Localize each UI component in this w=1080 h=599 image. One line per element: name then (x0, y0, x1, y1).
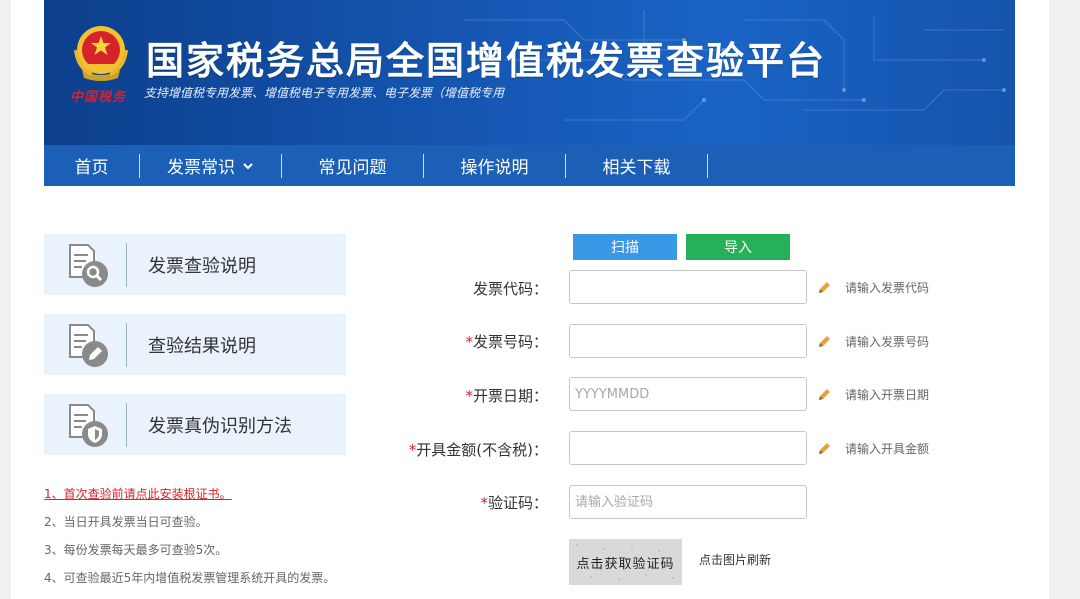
nav-item-instructions[interactable]: 操作说明 (424, 145, 565, 186)
document-edit-icon (69, 323, 108, 367)
page: 中国税务 国家税务总局全国增值税发票查验平台 支持增值税专用发票、增值税电子专用… (11, 0, 1049, 599)
field-hint: 请输入开票日期 (845, 388, 930, 402)
nav-divider (707, 153, 708, 178)
nav-item-label: 首页 (74, 158, 109, 178)
note-item: 3、每份发票每天最多可查验5次。 (44, 543, 228, 557)
chevron-down-icon (243, 162, 253, 169)
card-divider (126, 402, 127, 447)
field-label-text: 验证码： (487, 494, 548, 512)
card-authenticity-guide[interactable]: 发票真伪识别方法 (44, 394, 346, 455)
nav-divider (423, 153, 424, 178)
required-mark: * (465, 387, 473, 405)
card-label: 发票真伪识别方法 (148, 415, 292, 437)
issue-date-label: *开票日期： (351, 386, 548, 406)
main-nav: 首页 发票常识 常见问题 操作说明 相关下载 (44, 145, 1015, 186)
logo-script-text: 中国税务 (70, 90, 127, 105)
site-subtitle: 支持增值税专用发票、增值税电子专用发票、电子发票（增值税专用 (144, 86, 505, 100)
nav-divider (139, 153, 140, 178)
install-cert-link[interactable]: 1、首次查验前请点此安装根证书。 (44, 484, 404, 512)
invoice-code-label: 发票代码： (351, 279, 548, 299)
notes-list: 1、首次查验前请点此安装根证书。 2、当日开具发票当日可查验。 3、每份发票每天… (44, 484, 404, 596)
field-label-text: 发票代码： (472, 280, 548, 298)
amount-label: *开具金额(不含税)： (351, 440, 548, 460)
required-mark: * (480, 494, 488, 512)
nav-item-label: 相关下载 (602, 158, 671, 178)
scan-button[interactable]: 扫描 (573, 234, 677, 260)
captcha-refresh-link[interactable]: 点击图片刷新 (699, 551, 771, 568)
import-button[interactable]: 导入 (686, 234, 790, 260)
captcha-image-text: 点击获取验证码 (576, 556, 675, 572)
note-item: 4、可查验最近5年内增值税发票管理系统开具的发票。 (44, 571, 336, 585)
document-search-icon (69, 243, 108, 287)
field-label-text: 开具金额(不含税)： (416, 441, 548, 459)
field-hint: 请输入开具金额 (845, 442, 930, 456)
nav-item-label: 常见问题 (318, 158, 387, 178)
issue-date-input[interactable] (569, 377, 807, 411)
card-verification-guide[interactable]: 发票查验说明 (44, 234, 346, 295)
field-hint: 请输入发票代码 (845, 281, 930, 295)
field-label-text: 开票日期： (472, 387, 548, 405)
pencil-icon (819, 282, 830, 293)
nav-item-invoice-knowledge[interactable]: 发票常识 (140, 145, 281, 186)
card-label: 查验结果说明 (148, 335, 256, 357)
captcha-image[interactable]: 点击获取验证码 (569, 539, 682, 585)
invoice-number-label: *发票号码： (351, 332, 548, 352)
note-item: 2、当日开具发票当日可查验。 (44, 515, 208, 529)
pencil-icon (819, 443, 830, 454)
card-divider (126, 322, 127, 367)
nav-divider (281, 153, 282, 178)
nav-divider (565, 153, 566, 178)
card-label: 发票查验说明 (148, 255, 256, 277)
pencil-icon (819, 336, 830, 347)
invoice-code-input[interactable] (569, 270, 807, 304)
nav-item-label: 发票常识 (167, 158, 235, 178)
captcha-label: *验证码： (351, 493, 548, 513)
site-title: 国家税务总局全国增值税发票查验平台 (146, 39, 827, 83)
amount-input[interactable] (569, 431, 807, 465)
card-divider (126, 242, 127, 287)
document-shield-icon (69, 403, 108, 447)
nav-item-downloads[interactable]: 相关下载 (566, 145, 707, 186)
captcha-input[interactable] (569, 485, 807, 519)
field-label-text: 发票号码： (472, 333, 548, 351)
card-result-guide[interactable]: 查验结果说明 (44, 314, 346, 375)
nav-item-label: 操作说明 (460, 158, 529, 178)
invoice-number-input[interactable] (569, 324, 807, 358)
required-mark: * (465, 333, 473, 351)
site-header: 中国税务 国家税务总局全国增值税发票查验平台 支持增值税专用发票、增值税电子专用… (44, 0, 1015, 186)
field-hint: 请输入发票号码 (845, 335, 930, 349)
nav-item-home[interactable]: 首页 (44, 145, 139, 186)
tax-emblem-icon (74, 26, 128, 81)
pencil-icon (819, 389, 830, 400)
nav-item-faq[interactable]: 常见问题 (282, 145, 423, 186)
